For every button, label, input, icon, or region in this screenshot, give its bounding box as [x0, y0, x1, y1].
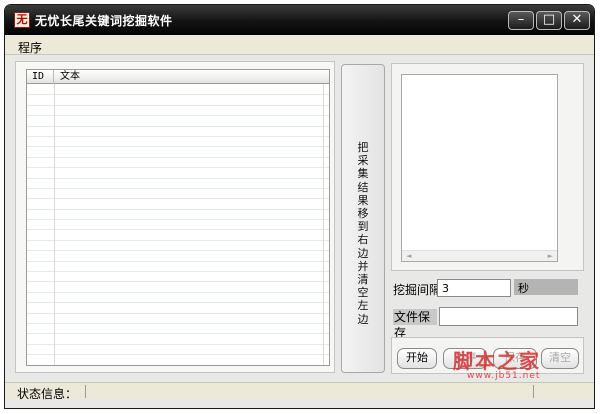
interval-unit-box: 秒 — [514, 279, 578, 295]
table-row[interactable] — [27, 168, 329, 179]
table-row[interactable] — [27, 241, 329, 252]
file-save-label: 文件保存 — [393, 309, 437, 340]
output-panel: ◄ ► — [391, 63, 584, 271]
table-row[interactable] — [27, 293, 329, 304]
close-button[interactable]: ✕ — [564, 11, 590, 30]
scroll-right-icon[interactable]: ► — [548, 252, 553, 260]
table-row[interactable] — [27, 251, 329, 262]
interval-input[interactable] — [437, 279, 511, 297]
move-results-label: 把采集结果移到右边并清空左边 — [357, 141, 369, 326]
start-button[interactable]: 开始 — [397, 348, 437, 369]
interval-label: 挖掘间隔 — [393, 283, 442, 297]
table-row[interactable] — [27, 179, 329, 189]
column-header-id[interactable]: ID — [27, 70, 54, 84]
table-row[interactable] — [27, 158, 329, 169]
app-window: 无 无忧长尾关键词挖掘软件 – □ ✕ 程序 ID 文本 把采集结果移到右边并清… — [4, 4, 595, 409]
horizontal-scrollbar[interactable]: ◄ ► — [402, 250, 557, 261]
status-bar: 状态信息： — [5, 382, 594, 401]
table-row[interactable] — [27, 303, 329, 314]
table-row[interactable] — [27, 355, 329, 365]
table-row[interactable] — [27, 230, 329, 241]
table-header: ID 文本 — [27, 70, 329, 84]
table-row[interactable] — [27, 324, 329, 335]
clear-button[interactable]: 清空 — [541, 348, 579, 369]
column-header-text[interactable]: 文本 — [55, 70, 80, 84]
table-body — [27, 85, 329, 365]
interval-unit: 秒 — [518, 282, 529, 295]
app-logo-icon: 无 — [14, 12, 30, 28]
status-divider — [533, 385, 534, 398]
table-row[interactable] — [27, 137, 329, 148]
column-divider — [323, 84, 324, 365]
table-row[interactable] — [27, 106, 329, 117]
table-row[interactable] — [27, 85, 329, 96]
table-row[interactable] — [27, 116, 329, 127]
watermark-url: www.jb51.net — [467, 371, 541, 381]
column-divider — [54, 84, 55, 365]
table-row[interactable] — [27, 220, 329, 231]
menu-bar: 程序 — [5, 36, 594, 55]
table-row[interactable] — [27, 210, 329, 221]
table-row[interactable] — [27, 282, 329, 293]
scroll-left-icon[interactable]: ◄ — [406, 252, 411, 260]
maximize-button[interactable]: □ — [536, 11, 562, 30]
table-row[interactable] — [27, 147, 329, 158]
watermark-text: 脚本之家 — [453, 349, 541, 373]
table-row[interactable] — [27, 199, 329, 210]
results-panel: ID 文本 — [15, 61, 335, 373]
results-table[interactable]: ID 文本 — [26, 69, 330, 366]
table-row[interactable] — [27, 272, 329, 283]
table-row[interactable] — [27, 127, 329, 137]
move-results-button[interactable]: 把采集结果移到右边并清空左边 — [341, 64, 385, 373]
output-textarea[interactable]: ◄ ► — [401, 74, 558, 262]
status-divider — [85, 385, 86, 398]
status-label: 状态信息： — [17, 387, 78, 401]
table-row[interactable] — [27, 314, 329, 324]
table-row[interactable] — [27, 334, 329, 345]
table-row[interactable] — [27, 262, 329, 273]
table-row[interactable] — [27, 345, 329, 356]
window-title: 无忧长尾关键词挖掘软件 — [35, 14, 173, 28]
title-bar[interactable]: 无 无忧长尾关键词挖掘软件 – □ ✕ — [5, 5, 594, 35]
menu-item-program[interactable]: 程序 — [18, 39, 42, 56]
table-row[interactable] — [27, 189, 329, 200]
table-row[interactable] — [27, 95, 329, 106]
minimize-button[interactable]: – — [508, 11, 534, 30]
file-save-input[interactable] — [439, 307, 578, 326]
